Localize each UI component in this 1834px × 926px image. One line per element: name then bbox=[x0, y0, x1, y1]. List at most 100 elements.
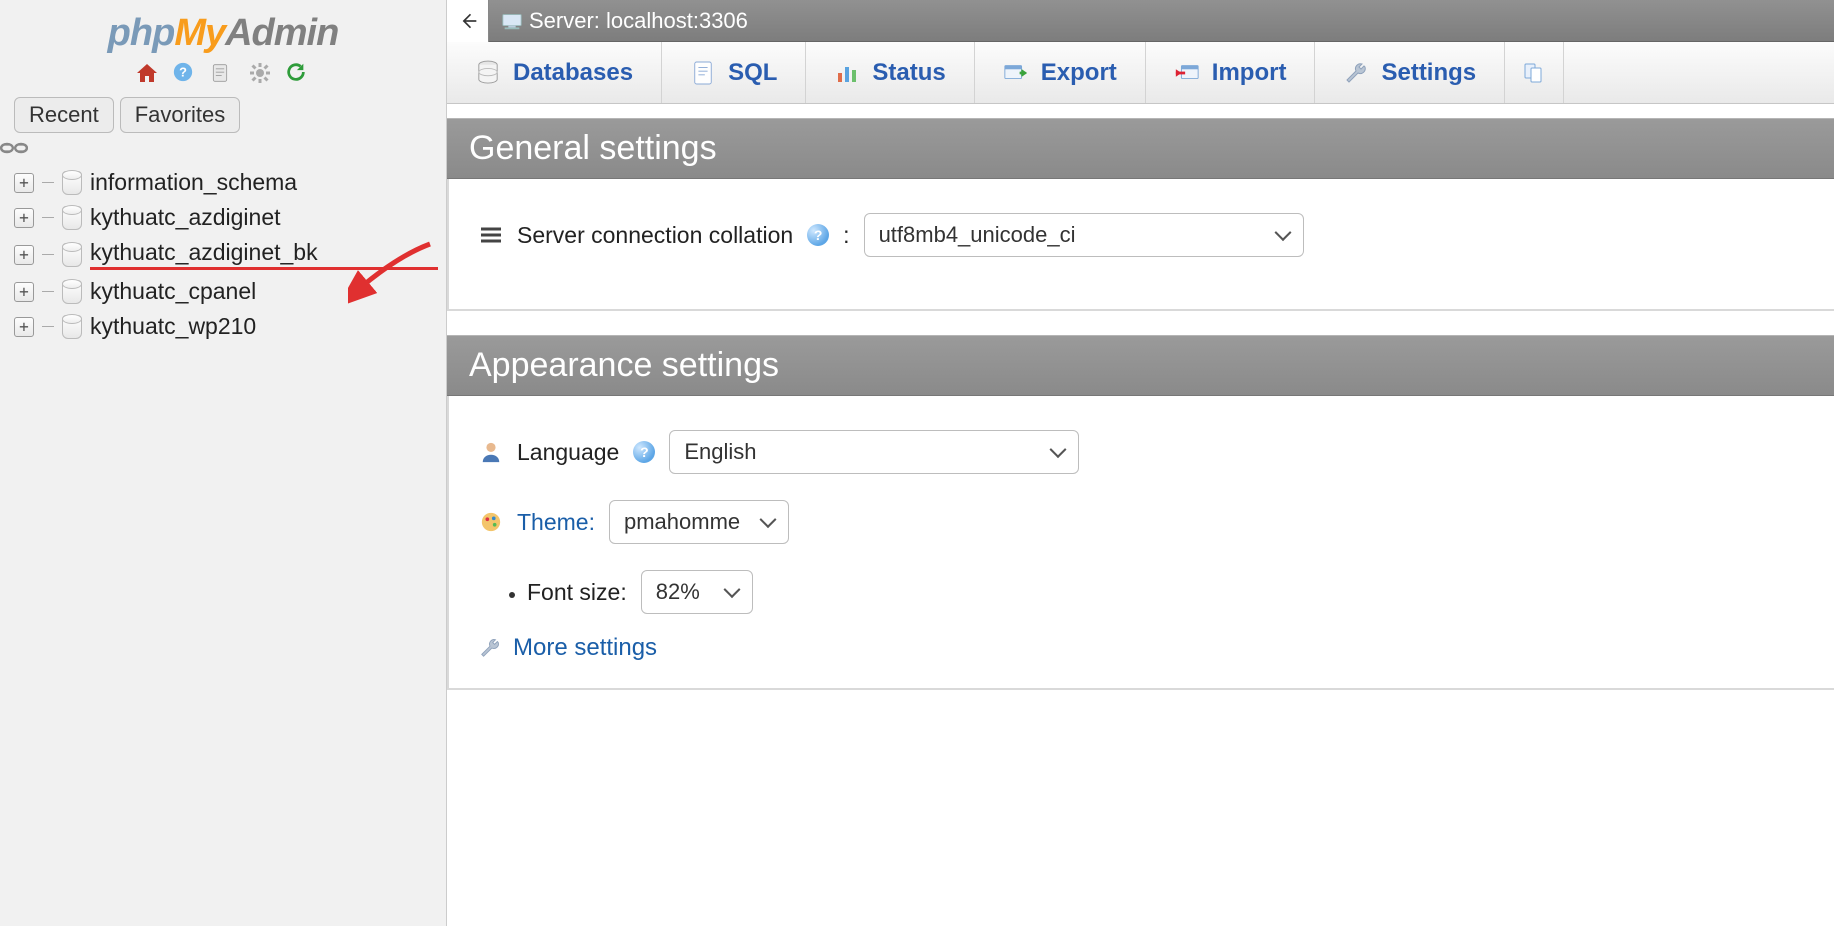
more-settings-link[interactable]: More settings bbox=[479, 634, 1808, 662]
tab-settings[interactable]: Settings bbox=[1315, 42, 1505, 103]
tab-label: Export bbox=[1041, 59, 1117, 87]
sidebar-quick-icons: ? bbox=[0, 61, 446, 87]
db-item-information-schema[interactable]: + information_schema bbox=[14, 165, 438, 200]
font-size-value: 82% bbox=[656, 579, 700, 605]
sql-doc-icon[interactable] bbox=[210, 61, 236, 87]
collation-value: utf8mb4_unicode_ci bbox=[879, 222, 1076, 248]
db-label: kythuatc_cpanel bbox=[90, 278, 438, 305]
help-icon[interactable]: ? bbox=[807, 224, 829, 246]
panel-title: Appearance settings bbox=[447, 335, 1834, 396]
tree-connector bbox=[42, 326, 54, 327]
db-item-kythuatc-cpanel[interactable]: + kythuatc_cpanel bbox=[14, 274, 438, 309]
font-size-list: Font size: 82% bbox=[479, 570, 1808, 614]
import-icon bbox=[1174, 60, 1200, 86]
theme-row: Theme: pmahomme bbox=[479, 500, 1808, 544]
app-logo: phpMyAdmin bbox=[0, 12, 446, 55]
database-icon bbox=[62, 171, 82, 195]
appearance-settings-panel: Appearance settings Language ? English bbox=[447, 335, 1834, 690]
logo-part-my: My bbox=[174, 12, 225, 54]
font-size-row: Font size: 82% bbox=[527, 570, 1808, 614]
db-label: kythuatc_azdiginet bbox=[90, 204, 438, 231]
expand-icon[interactable]: + bbox=[14, 173, 34, 193]
home-icon[interactable] bbox=[135, 61, 161, 87]
sidebar: phpMyAdmin ? Recent Favorites + bbox=[0, 0, 447, 926]
tab-import[interactable]: Import bbox=[1146, 42, 1316, 103]
status-chart-icon bbox=[834, 60, 860, 86]
expand-icon[interactable]: + bbox=[14, 245, 34, 265]
logo-part-admin: Admin bbox=[225, 12, 338, 54]
wrench-icon bbox=[1343, 60, 1369, 86]
favorites-tab[interactable]: Favorites bbox=[120, 97, 240, 133]
font-size-label: Font size: bbox=[527, 579, 627, 606]
tab-status[interactable]: Status bbox=[806, 42, 974, 103]
sql-doc-icon bbox=[690, 60, 716, 86]
colon: : bbox=[843, 222, 849, 249]
language-label: Language bbox=[517, 439, 619, 466]
user-icon bbox=[479, 441, 503, 463]
theme-label[interactable]: Theme: bbox=[517, 509, 595, 536]
expand-icon[interactable]: + bbox=[14, 282, 34, 302]
content-area: General settings Server connection colla… bbox=[447, 104, 1834, 926]
database-icon bbox=[62, 315, 82, 339]
theme-select[interactable]: pmahomme bbox=[609, 500, 789, 544]
theme-value: pmahomme bbox=[624, 509, 740, 535]
tree-connector bbox=[42, 217, 54, 218]
language-select[interactable]: English bbox=[669, 430, 1079, 474]
wrench-icon bbox=[479, 637, 501, 659]
db-label: information_schema bbox=[90, 169, 438, 196]
sidebar-tab-bar: Recent Favorites bbox=[0, 97, 446, 141]
tree-connector bbox=[42, 291, 54, 292]
database-icon bbox=[475, 60, 501, 86]
breadcrumb-bar: Server: localhost:3306 bbox=[447, 0, 1834, 42]
collation-row: Server connection collation ? : utf8mb4_… bbox=[479, 213, 1808, 257]
db-item-kythuatc-wp210[interactable]: + kythuatc_wp210 bbox=[14, 309, 438, 344]
font-size-select[interactable]: 82% bbox=[641, 570, 753, 614]
database-icon bbox=[62, 206, 82, 230]
db-item-kythuatc-azdiginet-bk[interactable]: + kythuatc_azdiginet_bk bbox=[14, 235, 438, 274]
language-row: Language ? English bbox=[479, 430, 1808, 474]
help-icon[interactable]: ? bbox=[633, 441, 655, 463]
tab-label: Status bbox=[872, 59, 945, 87]
tab-more[interactable] bbox=[1505, 42, 1564, 103]
server-icon bbox=[501, 11, 523, 31]
tab-databases[interactable]: Databases bbox=[447, 42, 662, 103]
list-icon bbox=[479, 224, 503, 246]
svg-text:?: ? bbox=[180, 65, 188, 80]
nav-link-icon-row bbox=[0, 141, 446, 161]
tree-connector bbox=[42, 182, 54, 183]
top-tab-bar: Databases SQL Status Export Import bbox=[447, 42, 1834, 104]
db-label: kythuatc_wp210 bbox=[90, 313, 438, 340]
db-label: kythuatc_azdiginet_bk bbox=[90, 239, 438, 270]
tab-label: Databases bbox=[513, 59, 633, 87]
general-settings-panel: General settings Server connection colla… bbox=[447, 118, 1834, 311]
database-icon bbox=[62, 280, 82, 304]
collation-label: Server connection collation bbox=[517, 222, 793, 249]
tab-export[interactable]: Export bbox=[975, 42, 1146, 103]
panel-title: General settings bbox=[447, 118, 1834, 179]
help-icon[interactable]: ? bbox=[172, 61, 198, 87]
tab-label: Settings bbox=[1381, 59, 1476, 87]
tab-sql[interactable]: SQL bbox=[662, 42, 806, 103]
expand-icon[interactable]: + bbox=[14, 317, 34, 337]
link-icon[interactable] bbox=[0, 141, 424, 155]
database-icon bbox=[62, 243, 82, 267]
collation-select[interactable]: utf8mb4_unicode_ci bbox=[864, 213, 1304, 257]
back-button[interactable] bbox=[447, 0, 489, 42]
more-tabs-icon bbox=[1521, 60, 1547, 86]
db-item-kythuatc-azdiginet[interactable]: + kythuatc_azdiginet bbox=[14, 200, 438, 235]
main-panel: Server: localhost:3306 Databases SQL Sta… bbox=[447, 0, 1834, 926]
tab-label: SQL bbox=[728, 59, 777, 87]
logo-part-php: php bbox=[108, 12, 175, 54]
tree-connector bbox=[42, 254, 54, 255]
expand-icon[interactable]: + bbox=[14, 208, 34, 228]
palette-icon bbox=[479, 511, 503, 533]
more-settings-label: More settings bbox=[513, 634, 657, 662]
export-icon bbox=[1003, 60, 1029, 86]
tab-label: Import bbox=[1212, 59, 1287, 87]
database-tree: + information_schema + kythuatc_azdigine… bbox=[0, 161, 446, 344]
reload-icon[interactable] bbox=[285, 61, 311, 87]
gear-icon[interactable] bbox=[248, 61, 274, 87]
breadcrumb-label[interactable]: Server: localhost:3306 bbox=[529, 8, 748, 34]
language-value: English bbox=[684, 439, 756, 465]
recent-tab[interactable]: Recent bbox=[14, 97, 114, 133]
